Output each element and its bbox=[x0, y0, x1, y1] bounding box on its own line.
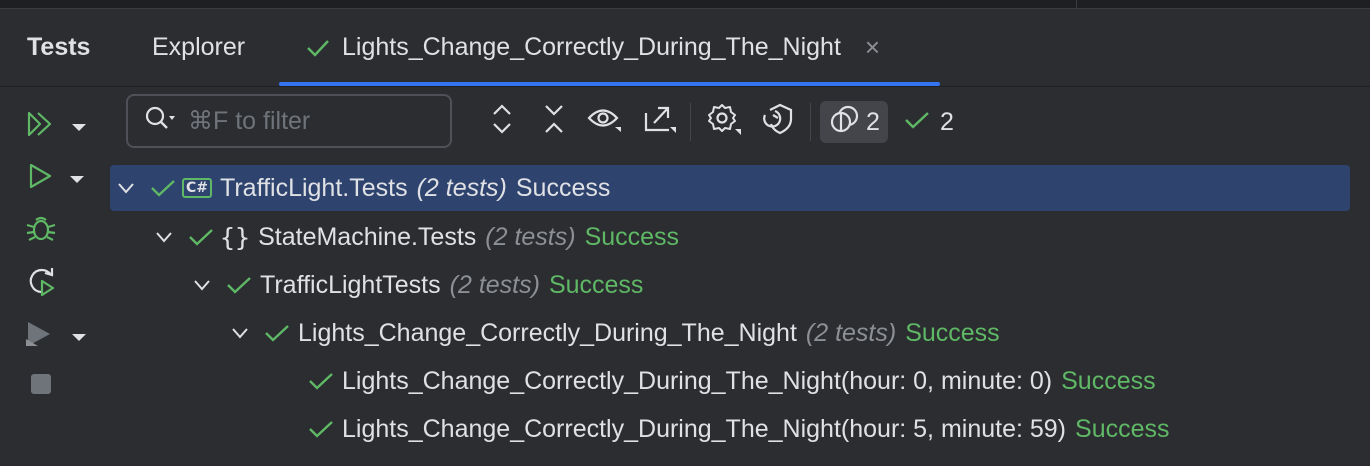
passed-filter-button[interactable]: 2 bbox=[904, 101, 954, 143]
expand-all-icon bbox=[491, 103, 513, 140]
chevron-down-icon[interactable] bbox=[192, 279, 212, 291]
check-icon bbox=[150, 178, 176, 198]
debug-button[interactable] bbox=[25, 213, 57, 248]
run-with-coverage-button[interactable] bbox=[24, 319, 88, 354]
tree-row[interactable]: Lights_Change_Correctly_During_The_Night… bbox=[110, 406, 1350, 452]
tree-node-status: Success bbox=[1075, 414, 1170, 443]
filter-box[interactable] bbox=[126, 94, 452, 148]
check-icon bbox=[264, 323, 290, 343]
chevron-down-icon[interactable] bbox=[116, 182, 136, 194]
filter-input[interactable] bbox=[186, 105, 430, 137]
tree-node-name: TrafficLight.Tests bbox=[220, 173, 408, 202]
show-icon bbox=[587, 105, 623, 138]
tree-row[interactable]: TrafficLightTests (2 tests) Success bbox=[110, 262, 1350, 308]
divider bbox=[1076, 0, 1077, 8]
check-icon bbox=[308, 419, 334, 439]
active-tab-indicator bbox=[279, 82, 940, 86]
export-icon bbox=[643, 103, 677, 140]
tree-node-count: (2 tests) bbox=[416, 173, 507, 202]
tree-row[interactable]: C# TrafficLight.Tests (2 tests) Success bbox=[110, 165, 1350, 211]
search-icon bbox=[144, 105, 176, 138]
collapse-all-icon bbox=[543, 103, 565, 140]
tree-node-name: TrafficLightTests bbox=[260, 270, 441, 299]
settings-button[interactable] bbox=[706, 103, 742, 139]
tab-explorer[interactable]: Explorer bbox=[152, 9, 245, 86]
tree-node-count: (2 tests) bbox=[449, 270, 540, 299]
test-results-panel: 2 2 C# TrafficLight.Tests (2 tests) Succ… bbox=[108, 87, 1370, 466]
tree-node-name: StateMachine.Tests bbox=[258, 222, 477, 251]
tree-node-status: Success bbox=[1061, 366, 1156, 395]
tab-tests[interactable]: Tests bbox=[27, 9, 90, 86]
rerun-failed-button[interactable] bbox=[25, 265, 57, 302]
filter-inactive-button[interactable]: 2 bbox=[820, 101, 888, 143]
collapse-all-button[interactable] bbox=[536, 103, 572, 139]
chevron-down-icon[interactable] bbox=[70, 331, 88, 343]
inactive-count: 2 bbox=[866, 107, 880, 136]
tree-row[interactable]: Lights_Change_Correctly_During_The_Night… bbox=[110, 310, 1350, 356]
filter-inactive-icon bbox=[830, 104, 860, 141]
tree-node-status: Success bbox=[905, 318, 1000, 347]
export-button[interactable] bbox=[642, 103, 678, 139]
debug-icon bbox=[25, 213, 57, 248]
chevron-down-icon[interactable] bbox=[230, 327, 250, 339]
close-icon[interactable]: × bbox=[865, 32, 880, 63]
passed-count: 2 bbox=[940, 107, 954, 136]
tree-node-count: (2 tests) bbox=[805, 318, 897, 347]
csharp-project-icon: C# bbox=[182, 178, 212, 198]
tab-active-run[interactable]: Lights_Change_Correctly_During_The_Night… bbox=[306, 9, 880, 86]
show-passed-button[interactable] bbox=[587, 103, 623, 139]
namespace-icon: {} bbox=[220, 222, 251, 252]
tree-row[interactable]: {} StateMachine.Tests (2 tests) Success bbox=[110, 214, 1350, 260]
stop-button[interactable] bbox=[30, 373, 52, 400]
tree-node-name: Lights_Change_Correctly_During_The_Night… bbox=[342, 366, 1053, 395]
check-icon bbox=[306, 38, 330, 58]
left-toolbar bbox=[0, 87, 108, 466]
top-strip bbox=[0, 0, 1370, 9]
check-icon bbox=[308, 371, 334, 391]
tree-row[interactable]: Lights_Change_Correctly_During_The_Night… bbox=[110, 358, 1350, 404]
run-all-icon bbox=[26, 109, 56, 144]
settings-icon bbox=[706, 102, 742, 141]
chevron-down-icon[interactable] bbox=[70, 121, 88, 133]
tree-node-status: Success bbox=[515, 173, 611, 202]
stop-icon bbox=[30, 373, 52, 400]
tree-node-name: Lights_Change_Correctly_During_The_Night bbox=[298, 318, 797, 347]
tree-node-status: Success bbox=[584, 222, 680, 251]
rerun-icon bbox=[25, 265, 57, 302]
track-running-icon bbox=[761, 102, 795, 141]
check-icon bbox=[904, 108, 930, 137]
tab-tests-label: Tests bbox=[27, 33, 91, 61]
chevron-down-icon[interactable] bbox=[68, 173, 86, 185]
coverage-icon bbox=[24, 319, 56, 354]
chevron-down-icon[interactable] bbox=[154, 231, 174, 243]
track-running-test-button[interactable] bbox=[760, 103, 796, 139]
check-icon bbox=[188, 227, 214, 247]
expand-all-button[interactable] bbox=[484, 103, 520, 139]
run-icon bbox=[28, 162, 54, 195]
check-icon bbox=[226, 275, 252, 295]
toolbar-divider bbox=[810, 103, 811, 141]
run-button[interactable] bbox=[28, 162, 86, 195]
toolbar-divider bbox=[690, 103, 691, 141]
results-toolbar: 2 2 bbox=[108, 87, 1370, 159]
run-all-button[interactable] bbox=[26, 109, 88, 144]
tab-bar: Tests Explorer Lights_Change_Correctly_D… bbox=[0, 9, 1370, 87]
tree-node-count: (2 tests) bbox=[485, 222, 576, 251]
tree-node-status: Success bbox=[548, 270, 644, 299]
tab-explorer-label: Explorer bbox=[152, 33, 246, 61]
tab-active-label: Lights_Change_Correctly_During_The_Night bbox=[342, 33, 841, 61]
tree-node-name: Lights_Change_Correctly_During_The_Night… bbox=[342, 414, 1067, 443]
